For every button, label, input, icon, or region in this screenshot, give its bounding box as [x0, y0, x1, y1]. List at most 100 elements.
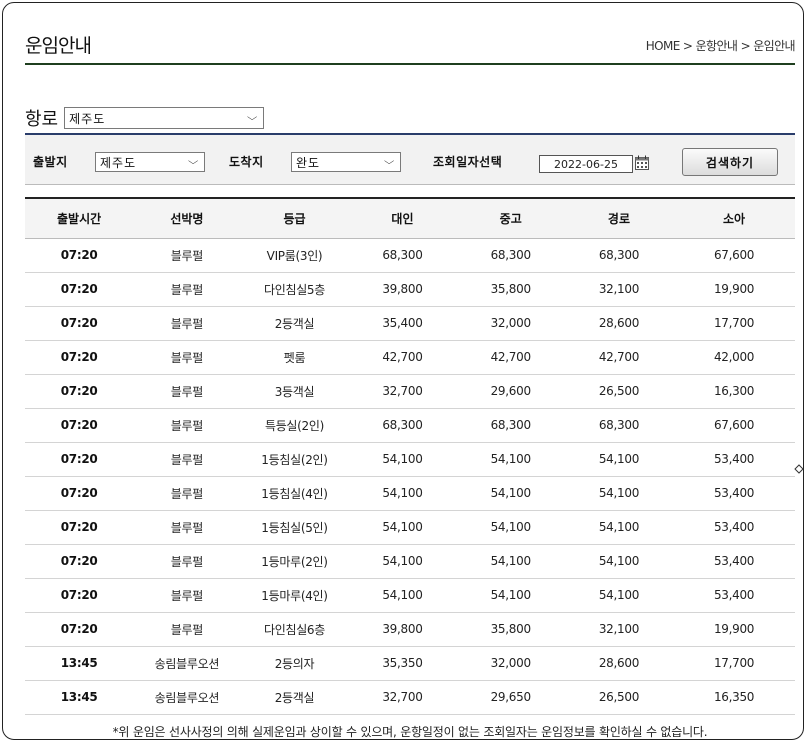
table-cell: 53,400: [673, 442, 795, 477]
table-cell: 2등객실: [240, 680, 349, 715]
table-row: 07:20 블루펄 1등마루(4인) 54,100 54,100 54,100 53,400: [25, 578, 795, 613]
page-frame: 운임안내 HOME > 운항안내 > 운임안내 항로 제주도 ⌵ 출발지 제주도…: [2, 2, 804, 740]
table-cell: 42,700: [456, 340, 565, 375]
chevron-down-icon: ⌵: [188, 157, 200, 167]
table-cell: 블루펄: [133, 510, 241, 545]
table-cell: 13:45: [25, 680, 134, 715]
column-header: 등급: [240, 197, 349, 239]
table-cell: 블루펄: [133, 544, 241, 579]
table-row: 13:45 송림블루오션 2등의자 35,350 32,000 28,600 17,700: [25, 646, 795, 681]
table-cell: 54,100: [348, 544, 457, 579]
table-cell: 특등실(2인): [240, 408, 349, 443]
table-cell: 29,650: [456, 680, 565, 715]
table-cell: 68,300: [348, 408, 457, 443]
arrival-select-value: 완도: [296, 155, 321, 170]
table-cell: 54,100: [564, 510, 674, 545]
table-cell: 42,000: [673, 340, 795, 375]
route-select[interactable]: 제주도 ⌵: [64, 107, 265, 129]
table-cell: 17,700: [673, 306, 795, 341]
table-cell: 송림블루오션: [133, 680, 241, 715]
table-cell: 35,800: [456, 272, 565, 307]
table-cell: 다인침실5층: [240, 272, 349, 307]
calendar-icon[interactable]: [635, 155, 649, 170]
table-cell: 54,100: [348, 578, 457, 613]
table-cell: 67,600: [673, 408, 795, 443]
table-cell: 28,600: [564, 306, 674, 341]
fare-table-body: 07:20 블루펄 VIP룸(3인) 68,300 68,300 68,300 67,600…: [25, 238, 795, 715]
departure-label: 출발지: [33, 155, 68, 169]
table-cell: 26,500: [564, 374, 674, 409]
date-input[interactable]: 2022-06-25: [539, 155, 633, 173]
route-label: 항로: [25, 109, 59, 130]
table-cell: 54,100: [348, 476, 457, 511]
column-header: 중고: [456, 197, 565, 239]
table-cell: VIP룸(3인): [240, 238, 349, 273]
table-cell: 16,300: [673, 374, 795, 409]
table-cell: 54,100: [456, 578, 565, 613]
table-row: 07:20 블루펄 2등객실 35,400 32,000 28,600 17,700: [25, 306, 795, 341]
arrival-select[interactable]: 완도 ⌵: [291, 152, 401, 172]
table-cell: 54,100: [348, 442, 457, 477]
table-cell: 35,350: [348, 646, 457, 681]
table-row: 07:20 블루펄 특등실(2인) 68,300 68,300 68,300 67,600: [25, 408, 795, 443]
page-title: 운임안내: [25, 35, 92, 57]
table-cell: 54,100: [564, 476, 674, 511]
table-cell: 13:45: [25, 646, 134, 681]
breadcrumb: HOME > 운항안내 > 운임안내: [645, 39, 796, 53]
table-cell: 32,000: [456, 646, 565, 681]
table-cell: 68,300: [456, 238, 565, 273]
table-cell: 블루펄: [133, 340, 241, 375]
table-cell: 07:20: [25, 340, 134, 375]
table-cell: 1등마루(2인): [240, 544, 349, 579]
table-cell: 32,100: [564, 612, 674, 647]
table-cell: 54,100: [456, 442, 565, 477]
table-cell: 39,800: [348, 272, 457, 307]
table-cell: 펫룸: [240, 340, 349, 375]
departure-select[interactable]: 제주도 ⌵: [95, 152, 205, 172]
table-cell: 26,500: [564, 680, 674, 715]
table-cell: 32,000: [456, 306, 565, 341]
table-cell: 54,100: [564, 544, 674, 579]
column-header: 선박명: [133, 197, 241, 239]
table-row: 07:20 블루펄 VIP룸(3인) 68,300 68,300 68,300 67,600: [25, 238, 795, 273]
table-cell: 송림블루오션: [133, 646, 241, 681]
table-cell: 블루펄: [133, 442, 241, 477]
column-header: 출발시간: [25, 197, 134, 239]
table-cell: 블루펄: [133, 408, 241, 443]
table-cell: 39,800: [348, 612, 457, 647]
table-cell: 32,700: [348, 374, 457, 409]
route-selector-row: 항로 제주도 ⌵: [25, 107, 265, 130]
search-bar: 출발지 제주도 ⌵ 도착지 완도 ⌵ 조회일자선택 2022-06-25 검색하…: [25, 133, 795, 185]
table-row: 07:20 블루펄 3등객실 32,700 29,600 26,500 16,300: [25, 374, 795, 409]
table-cell: 54,100: [456, 510, 565, 545]
table-row: 07:20 블루펄 1등침실(5인) 54,100 54,100 54,100 53,400: [25, 510, 795, 545]
table-cell: 07:20: [25, 238, 134, 273]
table-cell: 블루펄: [133, 238, 241, 273]
table-row: 07:20 블루펄 펫룸 42,700 42,700 42,700 42,000: [25, 340, 795, 375]
title-divider: [25, 63, 795, 65]
table-cell: 1등침실(5인): [240, 510, 349, 545]
table-cell: 54,100: [564, 442, 674, 477]
fare-notice: *위 운임은 선사사정의 의해 실제운임과 상이할 수 있으며, 운항일정이 없…: [112, 725, 708, 739]
table-cell: 53,400: [673, 578, 795, 613]
table-cell: 54,100: [456, 544, 565, 579]
route-select-value: 제주도: [69, 111, 106, 126]
table-row: 07:20 블루펄 1등침실(4인) 54,100 54,100 54,100 53,400: [25, 476, 795, 511]
table-cell: 3등객실: [240, 374, 349, 409]
table-row: 07:20 블루펄 1등마루(2인) 54,100 54,100 54,100 53,400: [25, 544, 795, 579]
header-row: 출발시간 선박명 등급 대인 중고 경로 소아: [25, 197, 795, 239]
table-cell: 54,100: [348, 510, 457, 545]
table-cell: 19,900: [673, 612, 795, 647]
table-cell: 07:20: [25, 374, 134, 409]
scroll-handle-icon[interactable]: [794, 464, 804, 474]
search-button[interactable]: 검색하기: [682, 148, 778, 176]
table-cell: 2등의자: [240, 646, 349, 681]
table-cell: 07:20: [25, 510, 134, 545]
table-cell: 1등침실(2인): [240, 442, 349, 477]
table-cell: 19,900: [673, 272, 795, 307]
table-cell: 17,700: [673, 646, 795, 681]
table-cell: 42,700: [564, 340, 674, 375]
column-header: 대인: [348, 197, 457, 239]
date-label: 조회일자선택: [433, 155, 503, 169]
table-cell: 53,400: [673, 476, 795, 511]
